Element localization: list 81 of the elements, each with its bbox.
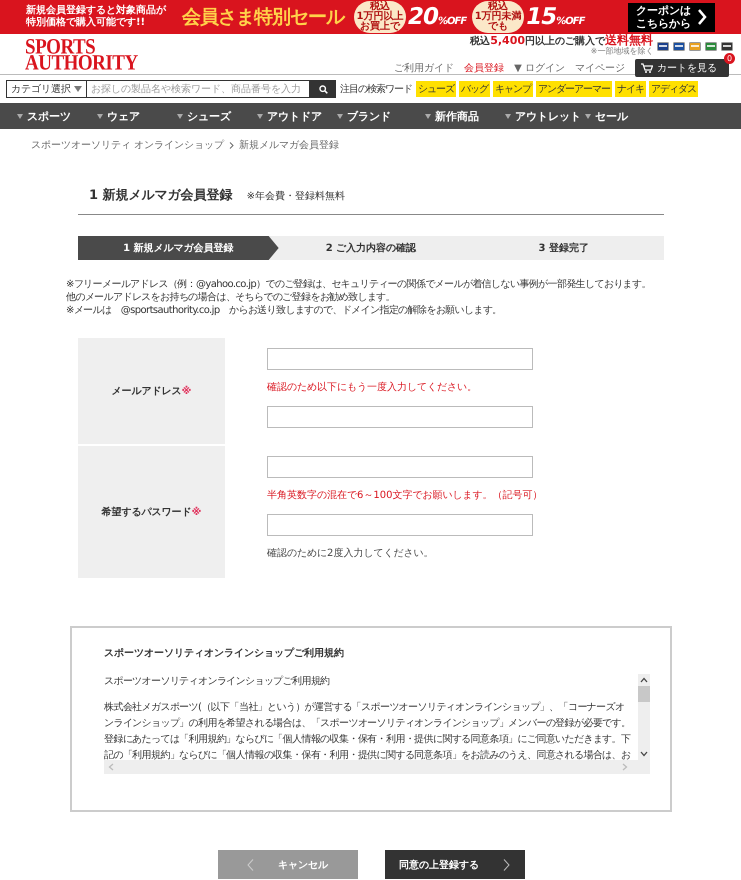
nav-item[interactable]: ブランド	[337, 108, 425, 124]
nav-item[interactable]: スポーツ	[17, 108, 97, 124]
keyword-tag[interactable]: キャンプ	[493, 81, 533, 97]
form-label: メールアドレス※	[78, 338, 225, 444]
cart-count-badge: 0	[724, 53, 735, 64]
chevron-right-icon	[503, 858, 510, 870]
nav-item[interactable]: アウトレット	[505, 108, 585, 124]
field-hint: 半角英数字の混在で6～100文字でお願いします。（記号可）	[267, 488, 542, 502]
caret-down-icon	[337, 114, 343, 118]
header-link[interactable]: ▼ ログイン	[514, 61, 565, 75]
caret-down-icon	[257, 114, 263, 118]
header-link[interactable]: 会員登録	[464, 61, 504, 75]
payment-card-icon	[721, 42, 733, 50]
caret-down-icon	[17, 114, 23, 118]
discount-text: 20%OFF	[408, 4, 466, 30]
keyword-tag[interactable]: アンダーアーマー	[536, 81, 612, 97]
progress-step: 1 新規メルマガ会員登録	[78, 236, 279, 260]
cart-button[interactable]: カートを見る	[635, 59, 729, 77]
terms-text-line: 記の「利用規約」ならびに「個人情報の収集・保有・利用・提供に関する同意条項」をお読みのうえ、同意される場合は、お	[104, 748, 632, 760]
header-link[interactable]: マイページ	[575, 61, 625, 75]
search-icon	[318, 84, 328, 94]
nav-item[interactable]: シューズ	[177, 108, 257, 124]
keyword-tag[interactable]: バッグ	[459, 81, 490, 97]
agree-register-button[interactable]: 同意の上登録する	[384, 850, 524, 879]
field-hint: 確認のために2度入力してください。	[267, 546, 434, 560]
discount-text: 15%OFF	[526, 4, 584, 30]
input-field[interactable]	[267, 348, 533, 370]
caret-down-icon	[505, 114, 511, 118]
input-field[interactable]	[267, 456, 533, 478]
nav-item[interactable]: セール	[585, 108, 665, 124]
breadcrumb-link[interactable]: 新規メルマガ会員登録	[239, 138, 340, 152]
caret-down-icon	[177, 114, 183, 118]
payment-card-icon	[657, 42, 669, 50]
header-link[interactable]: ご利用ガイド	[394, 61, 454, 75]
terms-title: スポーツオーソリティオンラインショップご利用規約	[104, 646, 345, 660]
offer-condition-badge: 税込 1万円以上 お買上で	[354, 1, 406, 33]
keyword-tag[interactable]: アディダス	[649, 81, 698, 97]
caret-down-icon	[425, 114, 431, 118]
logo[interactable]: SPORTS AUTHORITY	[25, 34, 138, 80]
terms-text-line: 登録にあたっては「利用規約」ならびに「個人情報の収集・保有・利用・提供に関する同意条項」にご同意いただきます。下	[104, 732, 632, 747]
dropdown-caret-icon	[74, 86, 82, 92]
chevron-right-icon	[697, 9, 707, 25]
notice-text: ※メールは @sportsauthority.co.jp からお送り致しますので、ドメイン指定の解除をお願いします。	[66, 304, 503, 317]
nav-item[interactable]: ウェア	[97, 108, 177, 124]
caret-down-icon	[97, 114, 103, 118]
shipping-note: ※一部地域を除く	[590, 48, 653, 56]
terms-text-line: 株式会社メガスポーツ(（以下「当社」という）が運営する「スポーツオーソリティオンラインショップ」、「コーナーズオ	[104, 700, 626, 715]
banner-headline: 会員さま特別セール	[182, 5, 344, 30]
page-subtitle: ※年会費・登録料無料	[246, 190, 345, 203]
page-title: 1 新規メルマガ会員登録	[89, 186, 233, 204]
vertical-scrollbar[interactable]	[638, 674, 650, 760]
search-field[interactable]: お探しの製品名や検索ワード、商品番号を入力	[86, 80, 310, 98]
breadcrumb-link[interactable]: スポーツオーソリティ オンラインショップ	[31, 138, 224, 152]
offer-condition-badge: 税込 1万円未満 でも	[472, 1, 524, 33]
notice-text: ※フリーメールアドレス（例：@yahoo.co.jp）でのご登録は、セキュリティーの関係でメールが着信しない事例が一部発生しております。	[66, 278, 652, 291]
payment-card-icon	[705, 42, 717, 50]
trending-label: 注目の検索ワード	[340, 82, 412, 96]
nav-item[interactable]: 新作商品	[425, 108, 505, 124]
banner-lead-text: 新規会員登録すると対象商品が 特別価格で購入可能です!!	[26, 5, 168, 29]
form-label: 希望するパスワード※	[78, 446, 225, 578]
category-select[interactable]: カテゴリ選択	[6, 80, 86, 98]
input-field[interactable]	[267, 514, 533, 536]
nav-item[interactable]: アウトドア	[257, 108, 337, 124]
field-hint: 確認のため以下にもう一度入力してください。	[267, 380, 478, 394]
scrollbar-thumb[interactable]	[638, 686, 650, 702]
payment-card-icon	[673, 42, 685, 50]
coupon-link[interactable]: クーポンは こちらから	[628, 2, 715, 32]
keyword-tag[interactable]: シューズ	[416, 81, 456, 97]
notice-text: 他のメールアドレスをお持ちの場合は、そちらでのご登録をお勧め致します。	[66, 291, 396, 304]
caret-down-icon	[585, 114, 591, 118]
chevron-left-icon	[247, 858, 254, 870]
search-button[interactable]	[310, 80, 336, 98]
keyword-tag[interactable]: ナイキ	[615, 81, 646, 97]
input-field[interactable]	[267, 406, 533, 428]
shipping-text: 税込5,400円以上のご購入で送料無料	[470, 35, 653, 47]
cart-icon	[641, 63, 653, 73]
horizontal-scrollbar[interactable]	[104, 760, 650, 774]
payment-card-icon	[689, 42, 701, 50]
terms-text-line: スポーツオーソリティオンラインショップご利用規約	[104, 674, 331, 689]
breadcrumb-separator-icon	[229, 142, 234, 148]
terms-text-line: ンラインショップ」の利用を希望される場合は、「スポーツオーソリティオンラインショップ」メンバーの登録が必要です。	[104, 716, 632, 731]
